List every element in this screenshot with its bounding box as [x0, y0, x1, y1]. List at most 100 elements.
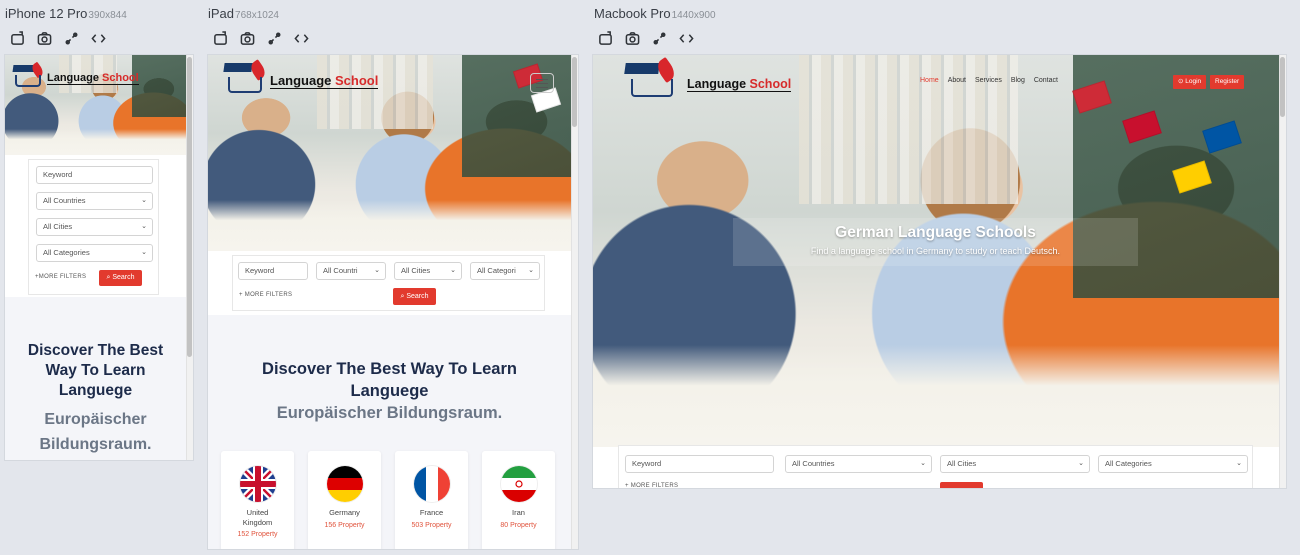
- select-value: All Cities: [947, 459, 977, 468]
- scrollbar[interactable]: [1279, 55, 1286, 488]
- discover-section: Discover The Best Way To Learn Languege …: [5, 297, 186, 460]
- hamburger-menu-icon[interactable]: [530, 73, 554, 93]
- country-card[interactable]: France 503 Property: [395, 451, 468, 549]
- discover-subtitle: Europäischer Bildungsraum.: [39, 411, 152, 453]
- select-value: All Countri: [323, 266, 358, 275]
- chevron-down-icon: ⌄: [450, 267, 456, 274]
- search-panel: Keyword All Countri ⌄ All Cities ⌄ All Cat…: [232, 255, 545, 311]
- iphone-frame: Language School Keyword All Countries ⌄ A…: [5, 55, 193, 460]
- countries-select[interactable]: All Countries ⌄: [36, 192, 153, 210]
- rotate-icon[interactable]: [597, 30, 614, 47]
- chevron-down-icon: ⌄: [374, 267, 380, 274]
- select-value: All Categories: [43, 248, 90, 257]
- code-icon[interactable]: [678, 30, 695, 47]
- login-button[interactable]: ⊙ Login: [1173, 75, 1207, 89]
- nav-about[interactable]: About: [948, 77, 966, 84]
- device-dims: 1440x900: [671, 10, 716, 21]
- country-name: Germany: [329, 508, 360, 517]
- device-label-iphone: iPhone 12 Pro390x844: [5, 6, 127, 21]
- logo-text: Language: [687, 77, 750, 91]
- select-value: All Categori: [477, 266, 516, 275]
- categories-select[interactable]: All Categories ⌄: [36, 244, 153, 262]
- categories-select[interactable]: All Categori ⌄: [470, 262, 540, 280]
- macbook-frame: Language School Home About Services Blog…: [593, 55, 1286, 488]
- country-property-count: 152 Property: [237, 531, 278, 538]
- search-button[interactable]: [940, 482, 983, 488]
- logo-text: Language: [270, 73, 336, 88]
- nav-services[interactable]: Services: [975, 77, 1002, 84]
- country-card[interactable]: Iran 80 Property: [482, 451, 555, 549]
- discover-title: Discover The Best Way To Learn Languege: [262, 360, 517, 400]
- logo-text: Language: [47, 72, 103, 84]
- main-nav: Home About Services Blog Contact: [920, 77, 1058, 84]
- logo-school-text: School: [335, 73, 379, 88]
- ipad-toolbar: [212, 30, 310, 47]
- sync-icon[interactable]: [651, 30, 668, 47]
- code-icon[interactable]: [293, 30, 310, 47]
- device-dims: 390x844: [88, 10, 127, 21]
- categories-select[interactable]: All Categories ⌄: [1098, 455, 1248, 473]
- device-name: Macbook Pro: [594, 6, 671, 21]
- country-name: United Kingdom: [242, 508, 273, 527]
- hero-title-box: German Language Schools Find a language …: [733, 218, 1138, 266]
- keyword-input[interactable]: Keyword: [36, 166, 153, 184]
- nav-contact[interactable]: Contact: [1034, 77, 1058, 84]
- sync-icon[interactable]: [63, 30, 80, 47]
- more-filters-link[interactable]: + MORE FILTERS: [239, 292, 292, 298]
- keyword-input[interactable]: Keyword: [238, 262, 308, 280]
- countries-select[interactable]: All Countries ⌄: [785, 455, 932, 473]
- flag-germany-icon: [326, 466, 363, 502]
- code-icon[interactable]: [90, 30, 107, 47]
- chevron-down-icon: ⌄: [141, 223, 147, 230]
- select-value: All Cities: [43, 222, 73, 231]
- site-logo[interactable]: Language School: [11, 61, 139, 89]
- countries-select[interactable]: All Countri ⌄: [316, 262, 386, 280]
- scrollbar-thumb[interactable]: [187, 57, 192, 357]
- sync-icon[interactable]: [266, 30, 283, 47]
- search-button[interactable]: ⌕ Search: [393, 288, 436, 305]
- screenshot-icon[interactable]: [239, 30, 256, 47]
- discover-title: Discover The Best Way To Learn Languege: [27, 342, 164, 399]
- scrollbar-thumb[interactable]: [1280, 57, 1285, 117]
- country-property-count: 80 Property: [500, 522, 537, 529]
- device-label-macbook: Macbook Pro1440x900: [594, 6, 716, 21]
- device-name: iPad: [208, 6, 235, 21]
- scrollbar[interactable]: [186, 55, 193, 460]
- screenshot-icon[interactable]: [36, 30, 53, 47]
- scrollbar-thumb[interactable]: [572, 57, 577, 127]
- chevron-down-icon: ⌄: [528, 267, 534, 274]
- keyword-input[interactable]: Keyword: [625, 455, 774, 473]
- search-panel: Keyword All Countries ⌄ All Cities ⌄ All C…: [28, 159, 159, 295]
- country-name: Iran: [512, 508, 525, 517]
- select-value: All Categories: [1105, 459, 1152, 468]
- device-label-ipad: iPad768x1024: [208, 6, 279, 21]
- screenshot-icon[interactable]: [624, 30, 641, 47]
- cities-select[interactable]: All Cities ⌄: [36, 218, 153, 236]
- macbook-toolbar: [597, 30, 695, 47]
- site-logo[interactable]: Language School: [222, 59, 379, 95]
- cities-select[interactable]: All Cities ⌄: [940, 455, 1090, 473]
- nav-home[interactable]: Home: [920, 77, 939, 84]
- country-card[interactable]: United Kingdom 152 Property: [221, 451, 294, 549]
- flag-uk-icon: [239, 466, 276, 502]
- nav-blog[interactable]: Blog: [1011, 77, 1025, 84]
- chevron-down-icon: ⌄: [1236, 460, 1242, 467]
- scrollbar[interactable]: [571, 55, 578, 549]
- country-name: France: [419, 508, 444, 517]
- search-button[interactable]: ⌕ Search: [99, 270, 142, 286]
- discover-section: Discover The Best Way To Learn Languege …: [208, 315, 571, 549]
- register-button[interactable]: Register: [1210, 75, 1245, 89]
- flag-iran-icon: [500, 466, 537, 502]
- rotate-icon[interactable]: [9, 30, 26, 47]
- select-value: All Countries: [792, 459, 835, 468]
- country-card[interactable]: Germany 156 Property: [308, 451, 381, 549]
- logo-school-text: School: [749, 77, 792, 91]
- country-property-count: 156 Property: [324, 522, 365, 529]
- more-filters-link[interactable]: + MORE FILTERS: [625, 483, 678, 488]
- more-filters-link[interactable]: +MORE FILTERS: [35, 274, 86, 280]
- chevron-down-icon: ⌄: [141, 249, 147, 256]
- rotate-icon[interactable]: [212, 30, 229, 47]
- logo-school-text: School: [102, 72, 139, 84]
- site-logo[interactable]: Language School: [623, 56, 792, 99]
- cities-select[interactable]: All Cities ⌄: [394, 262, 462, 280]
